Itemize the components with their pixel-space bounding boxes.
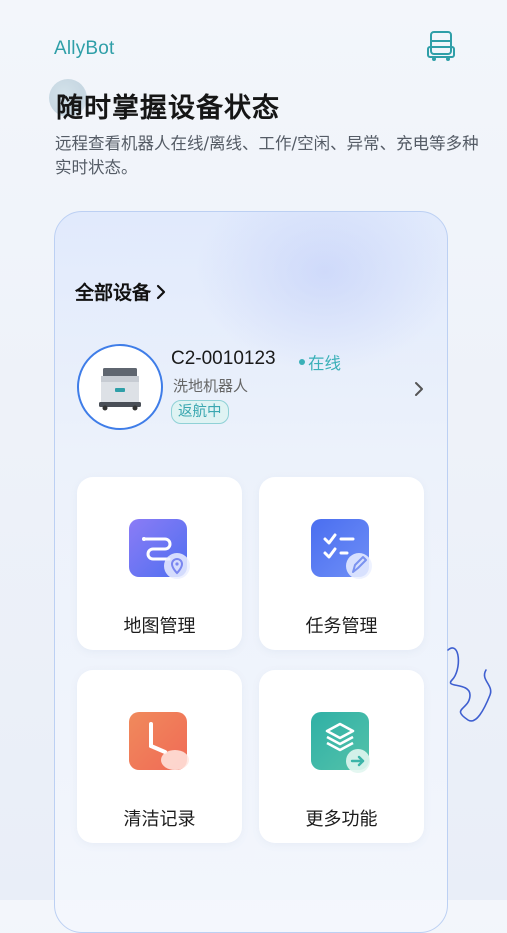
- tile-label: 地图管理: [123, 616, 196, 637]
- device-id: C2-0010123: [171, 348, 276, 369]
- tile-label: 任务管理: [305, 616, 378, 637]
- cleaning-records-tile[interactable]: 清洁记录: [77, 670, 242, 843]
- tile-label: 更多功能: [305, 809, 378, 830]
- all-devices-link[interactable]: 全部设备: [75, 278, 167, 305]
- online-label: 在线: [308, 354, 341, 373]
- layers-icon: [311, 712, 370, 773]
- online-dot-icon: [299, 359, 305, 365]
- task-management-tile[interactable]: 任务管理: [259, 477, 424, 650]
- device-panel: 全部设备 C2-0010123 在线 洗地机器人 返航中 地图管理 任务管理 清…: [54, 211, 448, 933]
- task-icon: [311, 519, 372, 579]
- device-row[interactable]: C2-0010123 在线 洗地机器人 返航中: [77, 344, 427, 434]
- map-management-tile[interactable]: 地图管理: [77, 477, 242, 650]
- floor-scrubber-icon: [99, 368, 141, 411]
- clock-icon: [129, 712, 189, 770]
- map-icon: [129, 519, 190, 579]
- all-devices-label: 全部设备: [75, 282, 152, 304]
- decorative-squiggle: [447, 647, 492, 722]
- status-badge: 返航中: [171, 400, 229, 424]
- chevron-right-icon: [156, 284, 166, 299]
- chevron-right-icon: [415, 382, 423, 396]
- robot-device-icon[interactable]: [424, 29, 458, 63]
- online-status: 在线: [299, 350, 341, 374]
- device-avatar: [77, 344, 163, 430]
- page-headline: 随时掌握设备状态: [56, 93, 280, 124]
- more-features-tile[interactable]: 更多功能: [259, 670, 424, 843]
- device-type: 洗地机器人: [173, 377, 249, 395]
- brand-logo: AllyBot: [54, 38, 115, 59]
- tile-label: 清洁记录: [123, 809, 196, 830]
- page-subtext: 远程查看机器人在线/离线、工作/空闲、异常、充电等多种实时状态。: [55, 134, 479, 177]
